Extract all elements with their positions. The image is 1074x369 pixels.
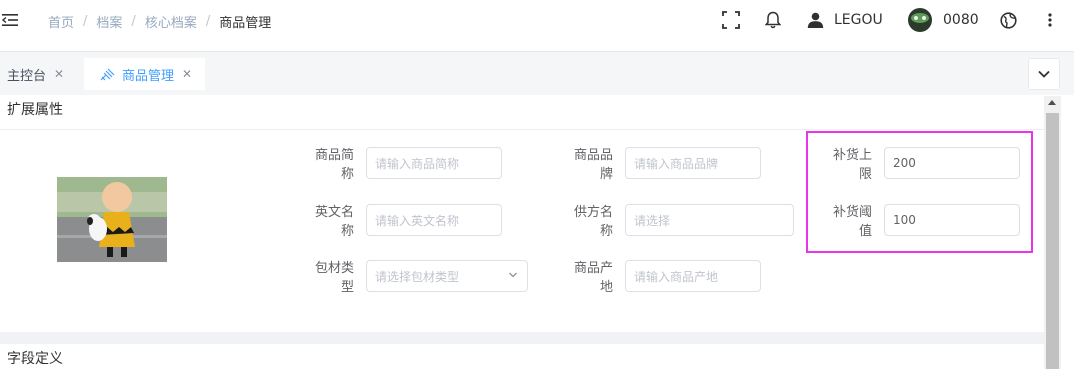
vertical-scrollbar[interactable] <box>1044 96 1061 369</box>
chevron-down-icon <box>509 272 517 278</box>
field-supplier: 供方名称 请选择 <box>565 204 794 239</box>
breadcrumb-archive[interactable]: 档案 <box>96 12 122 31</box>
account-menu[interactable]: 0080 <box>908 0 979 40</box>
field-label: 包材类型 <box>314 261 354 295</box>
packaging-type-placeholder: 请选择包材类型 <box>375 269 460 284</box>
highlight-annotation-box <box>806 131 1033 253</box>
field-english-name: 英文名称 请输入英文名称 <box>306 204 502 239</box>
tag-product-management[interactable]: 商品管理 ✕ <box>84 58 205 90</box>
short-name-input[interactable]: 请输入商品简称 <box>366 147 502 179</box>
field-label: 商品产地 <box>573 261 613 295</box>
user-icon <box>807 12 824 28</box>
section-title: 扩展属性 <box>0 96 1044 130</box>
origin-input[interactable]: 请输入商品产地 <box>625 260 761 292</box>
tag-label: 主控台 <box>7 68 47 84</box>
user-name: LEGOU <box>834 12 883 28</box>
field-label: 商品品牌 <box>573 148 613 182</box>
scroll-up-arrow-icon[interactable] <box>1048 100 1056 105</box>
breadcrumb: 首页 / 档案 / 核心档案 / 商品管理 <box>48 12 271 31</box>
tag-label: 商品管理 <box>122 68 175 84</box>
avatar <box>908 8 932 32</box>
field-definition-card: 字段定义 <box>0 344 1044 369</box>
account-id: 0080 <box>943 12 979 28</box>
top-header: 首页 / 档案 / 核心档案 / 商品管理 LEGOU 0080 <box>0 0 1074 40</box>
menu-toggle-icon[interactable] <box>2 12 20 28</box>
fullscreen-icon[interactable] <box>722 11 740 29</box>
field-origin: 商品产地 请输入商品产地 <box>565 260 761 295</box>
user-menu[interactable]: LEGOU <box>807 0 883 40</box>
breadcrumb-separator: / <box>131 14 136 29</box>
brand-input[interactable]: 请输入商品品牌 <box>625 147 761 179</box>
field-label: 商品简称 <box>314 148 354 182</box>
product-image <box>57 177 167 262</box>
field-label: 英文名称 <box>314 205 354 239</box>
field-short-name: 商品简称 请输入商品简称 <box>306 147 502 182</box>
breadcrumb-current: 商品管理 <box>219 16 272 31</box>
supplier-select[interactable]: 请选择 <box>625 204 794 236</box>
breadcrumb-separator: / <box>205 14 211 29</box>
bell-icon[interactable] <box>765 11 781 29</box>
breadcrumb-separator: / <box>83 14 88 29</box>
close-icon[interactable]: ✕ <box>182 67 192 81</box>
breadcrumb-home[interactable]: 首页 <box>48 12 74 31</box>
more-vertical-icon[interactable] <box>1047 12 1053 28</box>
right-edge <box>1061 96 1074 369</box>
field-label: 供方名称 <box>573 205 613 239</box>
tags-dropdown-button[interactable] <box>1028 58 1060 90</box>
field-brand: 商品品牌 请输入商品品牌 <box>565 147 761 182</box>
pin-icon <box>100 68 115 81</box>
english-name-input[interactable]: 请输入英文名称 <box>366 204 502 236</box>
tag-dashboard[interactable]: 主控台 ✕ <box>0 58 74 90</box>
packaging-type-select[interactable]: 请选择包材类型 <box>366 260 528 292</box>
section-title: 字段定义 <box>7 351 63 367</box>
field-packaging-type: 包材类型 请选择包材类型 <box>306 260 528 295</box>
scrollbar-thumb[interactable] <box>1046 113 1059 369</box>
main-content: 扩展属性 商品简称 请输入商品简称 商品品牌 请输入商品品牌 补货上限 200 … <box>0 96 1044 369</box>
extended-attributes-card: 扩展属性 商品简称 请输入商品简称 商品品牌 请输入商品品牌 补货上限 200 … <box>0 96 1044 332</box>
close-icon[interactable]: ✕ <box>54 67 64 81</box>
globe-icon[interactable] <box>1000 11 1017 29</box>
breadcrumb-core-archive[interactable]: 核心档案 <box>145 12 197 31</box>
tags-view-bar: 主控台 ✕ 商品管理 ✕ <box>0 51 1074 95</box>
chevron-down-icon <box>1038 70 1050 78</box>
